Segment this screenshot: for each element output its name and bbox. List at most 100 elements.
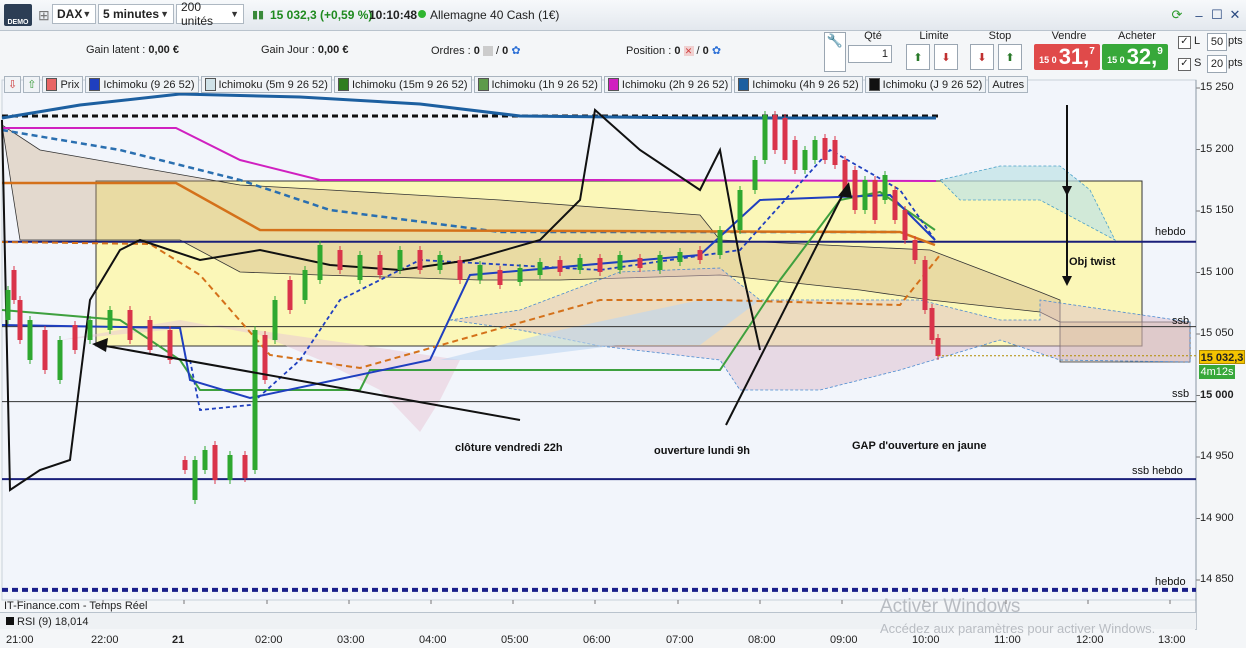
candle bbox=[912, 240, 918, 260]
x-tick-label: 04:00 bbox=[419, 634, 447, 646]
y-tick-label: 15 250 bbox=[1200, 81, 1234, 93]
candle bbox=[892, 190, 898, 220]
legend-ichimoku-15m[interactable]: Ichimoku (15m 9 26 52) bbox=[333, 76, 472, 93]
x-tick-label: 13:00 bbox=[1158, 634, 1186, 646]
x-tick-label: 21:00 bbox=[6, 634, 34, 646]
candle bbox=[577, 258, 583, 270]
rsi-color-swatch bbox=[6, 617, 14, 625]
candle bbox=[167, 330, 173, 360]
level-label-hebdo-top: hebdo bbox=[1155, 226, 1186, 238]
annotation-cloture: clôture vendredi 22h bbox=[455, 442, 563, 454]
candle bbox=[272, 300, 278, 340]
candle bbox=[147, 320, 153, 350]
candle bbox=[929, 308, 935, 340]
candle bbox=[11, 270, 17, 300]
y-tick-label: 15 000 bbox=[1200, 388, 1234, 401]
candle bbox=[227, 455, 233, 480]
candle bbox=[802, 150, 808, 170]
candle bbox=[457, 260, 463, 280]
legend-arrow-down-icon[interactable]: ⇩ bbox=[4, 76, 22, 93]
candle bbox=[287, 280, 293, 310]
x-tick-label: 06:00 bbox=[583, 634, 611, 646]
candle bbox=[377, 255, 383, 275]
legend-prix[interactable]: Prix bbox=[42, 76, 84, 93]
x-tick-label: 07:00 bbox=[666, 634, 694, 646]
watermark-title: Activer Windows bbox=[880, 596, 1021, 617]
candle bbox=[357, 255, 363, 280]
candle bbox=[792, 140, 798, 170]
candle bbox=[832, 140, 838, 165]
candle bbox=[72, 325, 78, 350]
level-label-ssb-2: ssb bbox=[1172, 388, 1190, 400]
legend-ichimoku[interactable]: Ichimoku (9 26 52) bbox=[85, 76, 199, 93]
candle bbox=[935, 338, 941, 356]
candle bbox=[127, 310, 133, 340]
candle bbox=[752, 160, 758, 190]
candle bbox=[772, 115, 778, 150]
candle bbox=[517, 268, 523, 282]
candle bbox=[437, 255, 443, 270]
legend-ichimoku-j[interactable]: Ichimoku (J 9 26 52) bbox=[864, 76, 987, 93]
candle bbox=[922, 260, 928, 310]
candle bbox=[212, 445, 218, 480]
legend-arrow-up-icon[interactable]: ⇧ bbox=[23, 76, 41, 93]
y-tick-label: 15 050 bbox=[1200, 327, 1234, 339]
candle bbox=[762, 115, 768, 160]
candle bbox=[302, 270, 308, 300]
y-tick-label: 14 900 bbox=[1200, 511, 1234, 524]
x-tick-label: 12:00 bbox=[1076, 634, 1104, 646]
legend-ichimoku-1h[interactable]: Ichimoku (1h 9 26 52) bbox=[473, 76, 602, 93]
candle bbox=[417, 250, 423, 270]
x-tick-label: 03:00 bbox=[337, 634, 365, 646]
x-tick-label: 09:00 bbox=[830, 634, 858, 646]
legend-ichimoku-4h[interactable]: Ichimoku (4h 9 26 52) bbox=[734, 76, 863, 93]
x-tick-label: 22:00 bbox=[91, 634, 119, 646]
candle bbox=[5, 290, 11, 320]
candle bbox=[557, 260, 563, 272]
candle bbox=[782, 118, 788, 160]
candle bbox=[822, 138, 828, 160]
candle bbox=[202, 450, 208, 470]
candle bbox=[317, 245, 323, 280]
legend-ichimoku-2h[interactable]: Ichimoku (2h 9 26 52) bbox=[603, 76, 733, 93]
candle bbox=[537, 262, 543, 275]
legend-autres[interactable]: Autres bbox=[988, 76, 1029, 93]
annotation-obj-twist: Obj twist bbox=[1069, 256, 1116, 268]
level-label-ssb-hebdo: ssb hebdo bbox=[1132, 465, 1183, 477]
candle bbox=[57, 340, 63, 380]
candle bbox=[737, 190, 743, 230]
candle bbox=[87, 320, 93, 340]
x-tick-label: 21 bbox=[172, 634, 185, 646]
y-tick-label: 15 150 bbox=[1200, 204, 1234, 216]
candle bbox=[597, 258, 603, 272]
x-tick-label: 05:00 bbox=[501, 634, 529, 646]
candle bbox=[192, 460, 198, 500]
annotation-gap: GAP d'ouverture en jaune bbox=[852, 440, 987, 452]
candle bbox=[252, 330, 258, 470]
countdown-tag: 4m12s bbox=[1199, 365, 1235, 379]
y-tick-label: 15 100 bbox=[1200, 265, 1234, 278]
candle bbox=[617, 255, 623, 270]
data-source: IT-Finance.com - Temps Réel bbox=[4, 600, 148, 612]
candle bbox=[852, 170, 858, 210]
y-tick-label: 15 200 bbox=[1200, 142, 1234, 155]
candle bbox=[677, 252, 683, 262]
candle bbox=[42, 330, 48, 370]
legend-ichimoku-5m[interactable]: Ichimoku (5m 9 26 52) bbox=[200, 76, 332, 93]
x-tick-label: 02:00 bbox=[255, 634, 283, 646]
candle bbox=[497, 270, 503, 285]
candle bbox=[812, 140, 818, 160]
candle bbox=[717, 230, 723, 255]
x-tick-label: 08:00 bbox=[748, 634, 776, 646]
candle bbox=[872, 180, 878, 220]
candle bbox=[902, 210, 908, 240]
candle bbox=[882, 175, 888, 200]
current-price-tag: 15 032,3 bbox=[1199, 350, 1245, 364]
price-chart[interactable] bbox=[0, 0, 1246, 648]
candle bbox=[182, 460, 188, 470]
candle bbox=[397, 250, 403, 270]
level-label-hebdo-bottom: hebdo bbox=[1155, 576, 1186, 588]
candle bbox=[637, 258, 643, 268]
rsi-label: RSI (9) 18,014 bbox=[17, 616, 89, 628]
candle bbox=[242, 455, 248, 478]
